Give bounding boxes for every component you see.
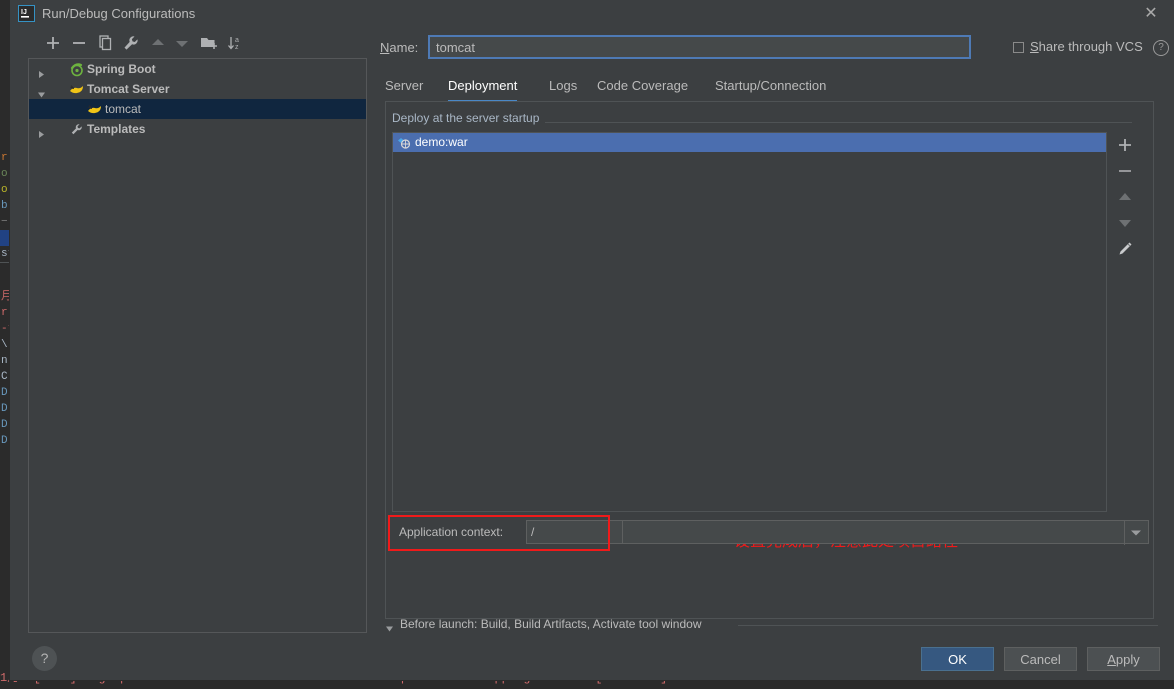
- tomcat-icon: [87, 102, 102, 117]
- move-up-button[interactable]: [148, 32, 170, 54]
- wrench-icon: [69, 122, 84, 137]
- share-through-vcs-checkbox[interactable]: [1013, 42, 1024, 53]
- intellij-idea-icon: IJ: [18, 5, 35, 22]
- copy-configuration-button[interactable]: [94, 32, 116, 54]
- svg-text:IJ: IJ: [21, 9, 27, 16]
- cancel-button[interactable]: Cancel: [1004, 647, 1077, 671]
- name-row: Name: Share through VCS ?: [375, 30, 1169, 64]
- configurations-left-pane: a z Spring Boot Tomcat Server tomcat Tem…: [20, 30, 367, 634]
- tree-item-spring-boot[interactable]: Spring Boot: [29, 59, 366, 79]
- name-input[interactable]: [428, 35, 971, 59]
- close-icon[interactable]: ✕: [1140, 4, 1162, 26]
- application-context-row: Application context:: [392, 520, 1149, 546]
- tree-item-label: Spring Boot: [87, 62, 156, 76]
- tab-deployment[interactable]: Deployment: [448, 74, 518, 102]
- before-launch-rule: [738, 625, 1158, 626]
- deployment-panel: Deploy at the server startup demo:war Ap…: [385, 102, 1154, 619]
- chevron-down-icon[interactable]: [385, 622, 394, 632]
- question-mark-icon[interactable]: ?: [1153, 40, 1169, 56]
- tree-item-label: Templates: [87, 122, 146, 136]
- list-item[interactable]: demo:war: [393, 133, 1106, 152]
- edit-templates-wrench-icon[interactable]: [120, 32, 142, 54]
- tree-item-tomcat-server[interactable]: Tomcat Server: [29, 79, 366, 99]
- dialog-title: Run/Debug Configurations: [42, 6, 196, 21]
- tab-server[interactable]: Server: [385, 74, 423, 102]
- sort-az-icon[interactable]: a z: [224, 32, 246, 54]
- svg-text:z: z: [235, 44, 239, 51]
- chevron-right-icon[interactable]: [37, 65, 46, 78]
- chevron-down-icon[interactable]: [1124, 521, 1148, 545]
- list-item-label: demo:war: [415, 135, 468, 149]
- tab-startup-connection[interactable]: Startup/Connection: [715, 74, 826, 102]
- tree-item-templates[interactable]: Templates: [29, 119, 366, 139]
- artifact-list-buttons: [1112, 132, 1138, 262]
- chevron-right-icon[interactable]: [37, 125, 46, 138]
- before-launch-label: Before launch: Build, Build Artifacts, A…: [400, 617, 702, 631]
- tab-code-coverage[interactable]: Code Coverage: [597, 74, 688, 102]
- ok-button[interactable]: OK: [921, 647, 994, 671]
- before-launch-section: Before launch: Build, Build Artifacts, A…: [383, 616, 1158, 636]
- name-label: Name:: [380, 40, 419, 55]
- deploy-section-title: Deploy at the server startup: [392, 111, 546, 125]
- configuration-tabs: Server Deployment Logs Code Coverage Sta…: [385, 74, 1164, 102]
- edit-artifact-pencil-icon[interactable]: [1112, 236, 1138, 262]
- configurations-tree[interactable]: Spring Boot Tomcat Server tomcat Templat…: [28, 58, 367, 633]
- configurations-toolbar: a z: [20, 30, 367, 56]
- tree-item-tomcat[interactable]: tomcat: [29, 99, 366, 119]
- share-through-vcs-label[interactable]: Share through VCS: [1030, 39, 1143, 54]
- help-button[interactable]: ?: [32, 646, 57, 671]
- application-context-input[interactable]: [526, 520, 623, 544]
- chevron-down-icon[interactable]: [37, 85, 46, 98]
- configuration-editor-pane: Name: Share through VCS ? Server Deploym…: [375, 30, 1169, 636]
- remove-artifact-button[interactable]: [1112, 158, 1138, 184]
- add-configuration-button[interactable]: [42, 32, 64, 54]
- tab-logs[interactable]: Logs: [549, 74, 577, 102]
- new-folder-icon[interactable]: [198, 32, 220, 54]
- tree-item-label: Tomcat Server: [87, 82, 170, 96]
- svg-text:a: a: [235, 37, 239, 44]
- apply-button[interactable]: Apply: [1087, 647, 1160, 671]
- spring-boot-icon: [69, 62, 84, 77]
- run-debug-configurations-dialog: IJ Run/Debug Configurations ✕ a z Spring…: [10, 0, 1174, 680]
- add-artifact-button[interactable]: [1112, 132, 1138, 158]
- artifact-war-icon: [397, 136, 411, 150]
- move-down-button[interactable]: [172, 32, 194, 54]
- tomcat-icon: [69, 82, 84, 97]
- application-context-label: Application context:: [399, 525, 504, 539]
- application-context-combo[interactable]: [623, 520, 1149, 545]
- deployment-artifact-list[interactable]: demo:war: [392, 132, 1107, 512]
- tree-item-label: tomcat: [105, 102, 142, 116]
- remove-configuration-button[interactable]: [68, 32, 90, 54]
- move-artifact-down-button[interactable]: [1112, 210, 1138, 236]
- move-artifact-up-button[interactable]: [1112, 184, 1138, 210]
- dialog-titlebar: IJ Run/Debug Configurations ✕: [10, 0, 1174, 28]
